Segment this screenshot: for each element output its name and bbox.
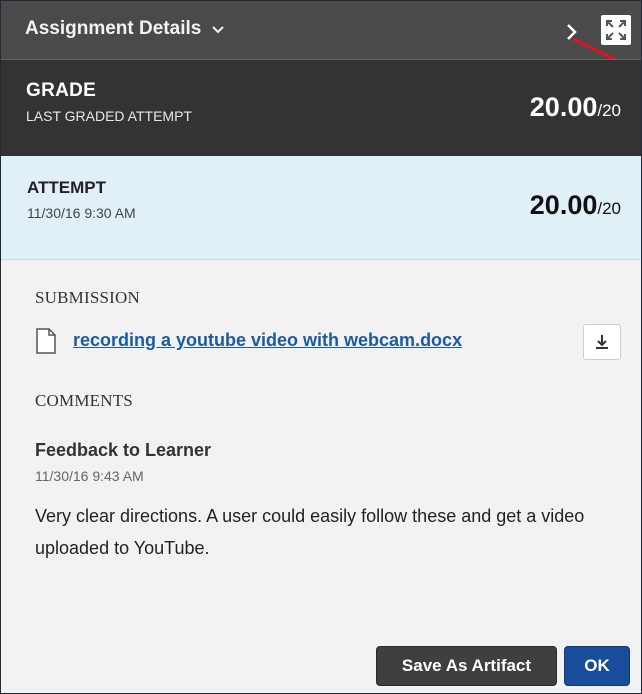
feedback-title: Feedback to Learner <box>35 440 212 460</box>
attempt-label: ATTEMPT <box>27 178 107 197</box>
feedback-date: 11/30/16 9:43 AM <box>35 468 144 484</box>
expand-icon[interactable] <box>601 15 631 45</box>
chevron-down-icon <box>211 18 225 40</box>
grade-sublabel: LAST GRADED ATTEMPT <box>26 108 192 124</box>
attempt-row[interactable]: ATTEMPT 11/30/16 9:30 AM 20.00/20 <box>1 156 641 260</box>
comments-heading: COMMENTS <box>35 391 133 410</box>
panel-header: Assignment Details <box>1 1 641 59</box>
chevron-right-icon[interactable] <box>561 19 583 45</box>
attempt-score-value: 20.00 <box>529 190 598 220</box>
attempt-score-out-of: /20 <box>597 199 621 218</box>
document-icon <box>35 328 57 354</box>
submission-file: recording a youtube video with webcam.do… <box>35 324 625 360</box>
attempt-score: 20.00/20 <box>530 190 621 221</box>
submission-heading: SUBMISSION <box>35 288 140 307</box>
grade-score-out-of: /20 <box>597 101 621 120</box>
feedback-text: Very clear directions. A user could easi… <box>35 506 585 558</box>
attempt-date: 11/30/16 9:30 AM <box>27 205 136 221</box>
submission-file-link[interactable]: recording a youtube video with webcam.do… <box>73 330 462 351</box>
grade-summary: GRADE LAST GRADED ATTEMPT 20.00/20 <box>1 59 641 156</box>
assignment-details-dropdown[interactable]: Assignment Details <box>25 18 225 40</box>
download-icon[interactable] <box>583 324 621 360</box>
grade-score-value: 20.00 <box>529 92 598 122</box>
panel-title: Assignment Details <box>25 18 202 39</box>
save-as-artifact-button[interactable]: Save As Artifact <box>376 646 557 686</box>
ok-button[interactable]: OK <box>564 646 630 686</box>
grade-label: GRADE <box>26 80 97 101</box>
grade-score: 20.00/20 <box>530 92 621 123</box>
assignment-details-panel: Assignment Details GRADE LAST GRADED ATT… <box>0 0 642 694</box>
